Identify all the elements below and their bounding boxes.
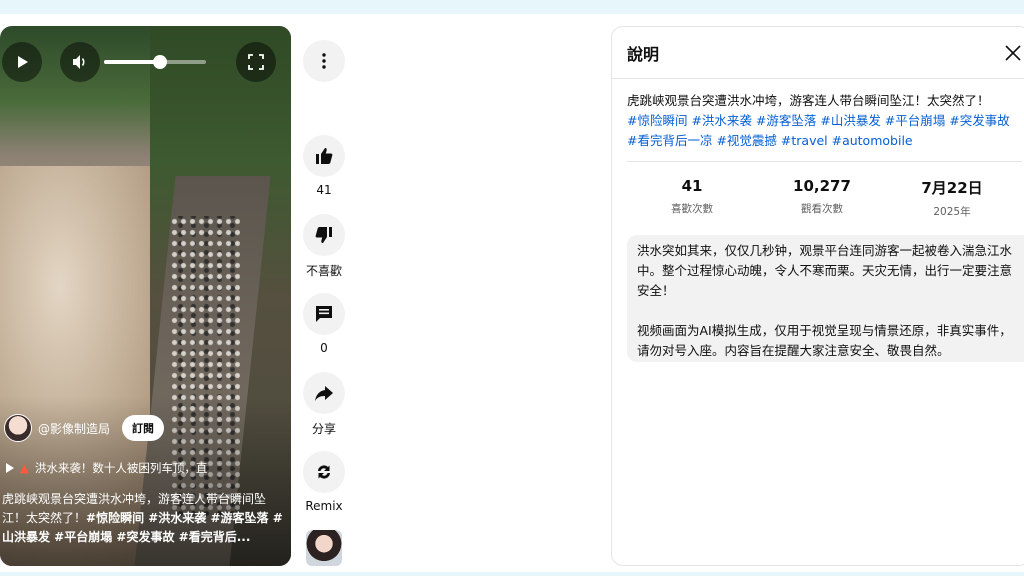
volume-button[interactable] xyxy=(60,42,100,82)
thumbs-down-icon xyxy=(315,227,332,243)
dislike-label: 不喜歡 xyxy=(305,264,342,278)
share-icon xyxy=(315,386,333,401)
stat-likes-label: 喜歡次數 xyxy=(671,203,713,215)
dislike-button[interactable] xyxy=(303,214,345,256)
play-icon xyxy=(18,56,28,68)
more-options[interactable] xyxy=(302,40,346,82)
stat-date: 7月22日 2025年 xyxy=(887,177,1017,219)
remix-icon xyxy=(318,465,330,479)
sound-thumbnail[interactable] xyxy=(306,530,342,566)
panel-description: 虎跳峡观景台突遭洪水冲垮，游客连人带台瞬间坠江！太突然了！ #惊险瞬间 #洪水来… xyxy=(627,91,1022,151)
like-action: 41 xyxy=(302,135,346,197)
top-strip xyxy=(0,0,1024,14)
stat-views: 10,277 觀看次數 xyxy=(757,177,887,219)
like-count: 41 xyxy=(316,183,332,197)
remix-label: Remix xyxy=(305,499,343,513)
description-paragraph-2: 视频画面为AI模拟生成，仅用于视觉呈现与情景还原，非真实事件，请勿对号入座。内容… xyxy=(637,323,1012,358)
remix-action: Remix xyxy=(302,451,346,513)
stat-date-year: 2025年 xyxy=(933,206,971,218)
like-button[interactable] xyxy=(303,135,345,177)
stats-divider xyxy=(627,161,1022,162)
comment-icon xyxy=(316,306,332,322)
hashtag-line-2[interactable]: #看完背后一凉 #视觉震撼 #travel #automobile xyxy=(627,131,1022,151)
stat-views-label: 觀看次數 xyxy=(801,203,843,215)
dislike-action: 不喜歡 xyxy=(302,214,346,279)
comment-action: 0 xyxy=(302,293,346,355)
stat-date-value: 7月22日 xyxy=(921,179,983,197)
small-play-icon xyxy=(6,463,14,473)
fullscreen-icon xyxy=(248,54,264,70)
panel-title: 說明 xyxy=(627,45,660,64)
channel-name[interactable]: @影像制造局 xyxy=(38,420,110,437)
share-label: 分享 xyxy=(311,422,336,436)
description-paragraph-1: 洪水突如其来，仅仅几秒钟，观景平台连同游客一起被卷入湍急江水中。整个过程惊心动魄… xyxy=(637,243,1013,298)
remix-button[interactable] xyxy=(303,451,345,493)
music-ticker[interactable]: ▲ 洪水来袭！数十人被困列车顶，直 xyxy=(6,460,236,476)
share-button[interactable] xyxy=(303,372,345,414)
subscribe-button[interactable]: 訂閱 xyxy=(122,415,165,441)
volume-slider-fill xyxy=(104,60,161,64)
close-button[interactable] xyxy=(1001,41,1024,65)
volume-slider[interactable] xyxy=(104,55,206,69)
panel-description-text: 虎跳峡观景台突遭洪水冲垮，游客连人带台瞬间坠江！太突然了！ xyxy=(627,93,990,108)
music-text: 洪水来袭！数十人被困列车顶，直 xyxy=(34,461,208,475)
description-panel: 說明 虎跳峡观景台突遭洪水冲垮，游客连人带台瞬间坠江！太突然了！ #惊险瞬间 #… xyxy=(611,26,1024,566)
panel-divider xyxy=(612,78,1024,79)
play-button[interactable] xyxy=(2,42,42,82)
volume-icon xyxy=(73,55,85,69)
close-icon xyxy=(1005,45,1021,61)
description-body: 洪水突如其来，仅仅几秒钟，观景平台连同游客一起被卷入湍急江水中。整个过程惊心动魄… xyxy=(627,235,1024,362)
channel-avatar[interactable] xyxy=(4,414,32,442)
channel-info: @影像制造局 訂閱 xyxy=(4,414,165,442)
stat-views-value: 10,277 xyxy=(793,177,851,195)
volume-slider-knob[interactable] xyxy=(153,55,168,69)
fullscreen-button[interactable] xyxy=(236,42,276,82)
more-vert-icon xyxy=(322,53,326,69)
stat-likes: 41 喜歡次數 xyxy=(627,177,757,219)
comment-button[interactable] xyxy=(303,293,345,335)
video-player[interactable]: @影像制造局 訂閱 ▲ 洪水来袭！数十人被困列车顶，直 虎跳峡观景台突遭洪水冲垮… xyxy=(0,26,291,566)
comment-count: 0 xyxy=(320,341,328,355)
stat-likes-value: 41 xyxy=(681,177,703,195)
thumbs-up-icon xyxy=(316,148,333,164)
stats-row: 41 喜歡次數 10,277 觀看次數 7月22日 2025年 xyxy=(627,177,1017,219)
fire-icon: ▲ xyxy=(20,461,29,475)
more-button[interactable] xyxy=(303,40,345,82)
hashtag-line-1[interactable]: #惊险瞬间 #洪水来袭 #游客坠落 #山洪暴发 #平台崩塌 #突发事故 xyxy=(627,111,1022,131)
share-action: 分享 xyxy=(302,372,346,437)
bottom-strip xyxy=(0,572,1024,576)
video-description[interactable]: 虎跳峡观景台突遭洪水冲垮，游客连人带台瞬间坠江！太突然了！#惊险瞬间 #洪水来袭… xyxy=(2,490,284,547)
